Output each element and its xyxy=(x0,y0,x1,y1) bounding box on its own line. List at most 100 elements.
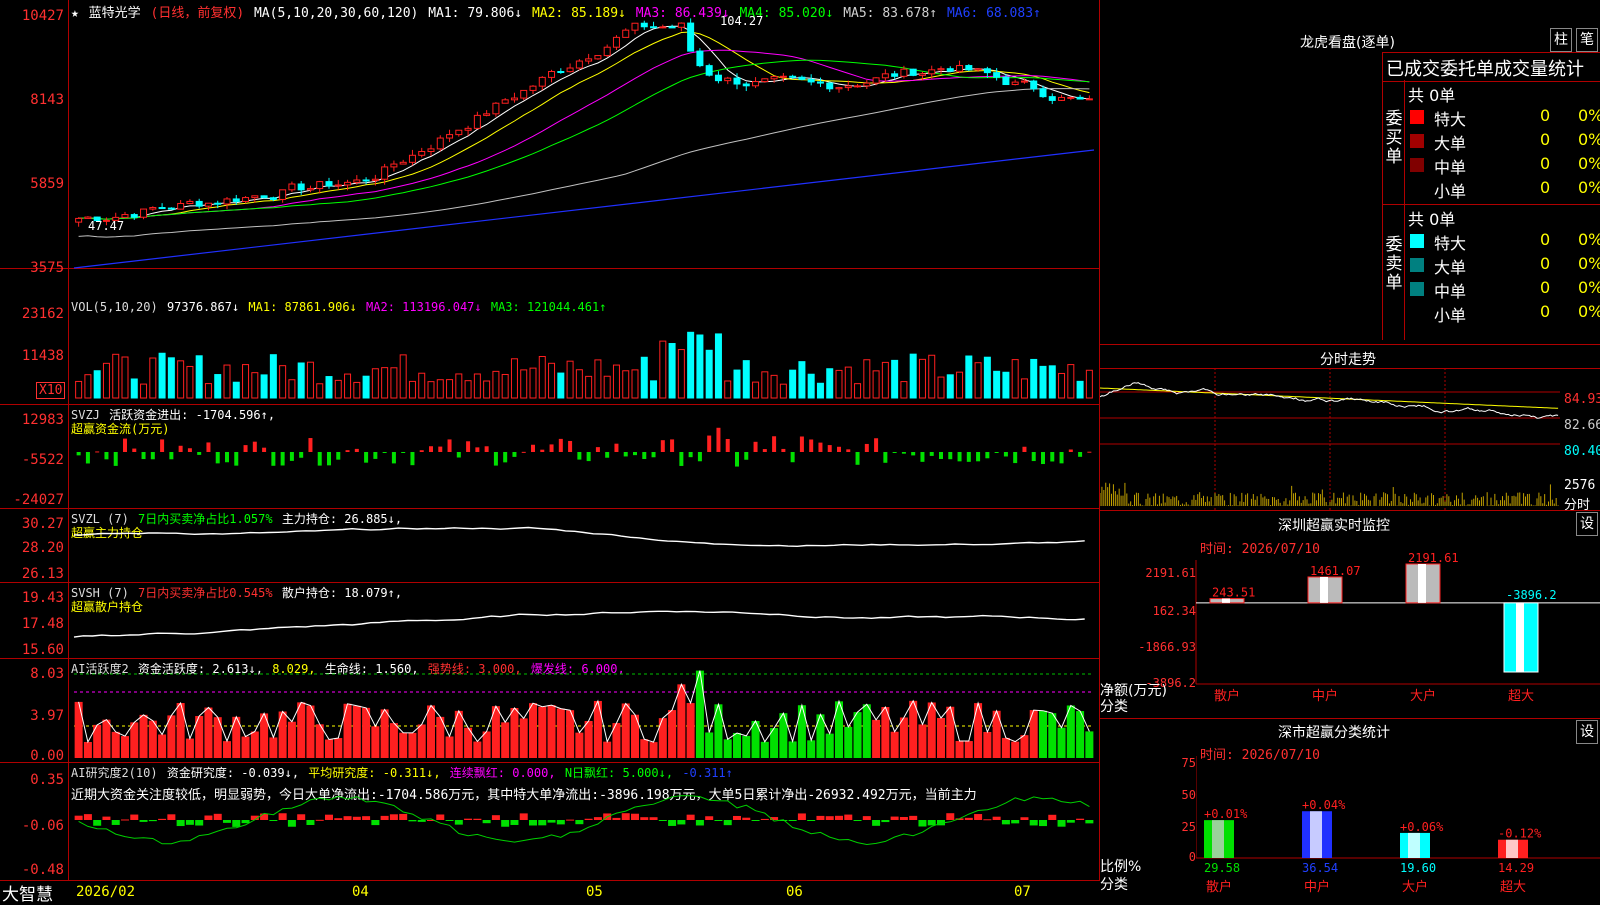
candle-body xyxy=(251,195,259,199)
category-label: 散户 xyxy=(1214,688,1240,704)
activity-bar xyxy=(269,737,278,758)
flow-bar xyxy=(846,449,851,452)
research-bar xyxy=(640,817,649,820)
flow-bar xyxy=(818,442,823,452)
volume-bar xyxy=(918,358,926,399)
sz-class-axis-label: 75 xyxy=(1181,756,1196,770)
sell-row-count: 0 xyxy=(1540,278,1551,297)
flow-bar xyxy=(976,452,981,462)
intraday-chart[interactable] xyxy=(1100,368,1600,510)
price-high-mark: 104.27 xyxy=(720,14,764,28)
research-bar xyxy=(269,820,278,821)
kline-chart[interactable] xyxy=(0,0,1100,882)
buy-color-swatch xyxy=(1410,134,1424,148)
candle-body xyxy=(1085,98,1093,101)
class-value-label: 19.60 xyxy=(1400,861,1436,875)
candle-body xyxy=(446,134,454,139)
flow-bar xyxy=(614,443,619,452)
research-bar xyxy=(538,820,547,826)
buy-color-swatch xyxy=(1410,110,1424,124)
sz-monitor-chart: 243.51 散户 1461.07 中户 2191.61 大户 -3896.2 超大 xyxy=(1195,551,1600,704)
sell-row-count: 0 xyxy=(1540,254,1551,273)
lhb-tab[interactable]: 已成交委托单成交量统计 xyxy=(1386,55,1584,81)
flow-bar xyxy=(883,452,888,463)
candle-body xyxy=(993,72,1001,78)
activity-bar xyxy=(389,723,398,758)
monitor-value-label: 243.51 xyxy=(1212,586,1255,600)
candle-body xyxy=(566,67,574,73)
research-bar xyxy=(1001,820,1010,825)
flow-bar xyxy=(391,452,396,464)
candle-body xyxy=(789,75,797,78)
candle-body xyxy=(214,202,222,205)
category-label: 散户 xyxy=(1206,879,1232,895)
flow-bar xyxy=(466,441,471,452)
flow-bar xyxy=(160,439,165,452)
candle-body xyxy=(501,99,509,104)
research-bar xyxy=(491,815,500,820)
flow-bar xyxy=(95,451,100,453)
research-bar xyxy=(510,820,519,825)
class-bar-highlight xyxy=(1212,820,1224,858)
flow-bar xyxy=(929,452,934,456)
buy-row-count: 0 xyxy=(1540,178,1551,197)
buy-row-label: 小单 xyxy=(1434,182,1467,201)
activity-bar xyxy=(779,713,788,758)
activity-bar xyxy=(872,719,881,758)
volume-bar xyxy=(779,383,787,399)
candle-body xyxy=(1030,80,1038,90)
monitor-value-label: 1461.07 xyxy=(1310,564,1361,578)
candle-body xyxy=(232,198,240,202)
buy-row-percent: 0% xyxy=(1578,130,1600,149)
flow-bar xyxy=(772,436,777,452)
volume-bar xyxy=(251,372,259,399)
flow-bar xyxy=(262,447,267,452)
brand-label[interactable]: 大智慧 xyxy=(2,880,53,905)
sz-class-settings-button[interactable]: 设 xyxy=(1576,720,1598,744)
flow-bar xyxy=(410,452,415,466)
tick-mode-button[interactable]: 笔 xyxy=(1576,28,1598,52)
activity-bar xyxy=(1020,735,1029,758)
volume-bar xyxy=(288,379,296,399)
flow-bar xyxy=(660,440,665,452)
volume-bar xyxy=(631,369,639,399)
date-label: 07 xyxy=(1014,884,1031,900)
volume-bar xyxy=(863,359,871,399)
volume-bar xyxy=(464,380,472,399)
flow-bar xyxy=(1003,452,1008,457)
bar-mode-button[interactable]: 柱 xyxy=(1550,28,1572,52)
volume-bar xyxy=(473,373,481,399)
monitor-bar-highlight xyxy=(1418,564,1426,603)
research-bar xyxy=(399,813,408,820)
activity-bar xyxy=(408,732,417,758)
candle-body xyxy=(798,76,806,80)
research-bar xyxy=(760,818,769,820)
flow-bar xyxy=(169,452,174,460)
monitor-bar-highlight xyxy=(1320,576,1328,603)
flow-bar xyxy=(957,452,962,462)
flow-bar xyxy=(577,452,582,460)
research-bar xyxy=(853,820,862,821)
research-bar xyxy=(631,813,639,820)
activity-bar xyxy=(148,720,157,758)
volume-bar xyxy=(816,382,824,399)
activity-bar xyxy=(937,717,945,758)
flow-bar xyxy=(920,452,925,462)
volume-bar xyxy=(186,365,194,399)
research-bar xyxy=(575,820,584,825)
research-bar xyxy=(195,820,204,826)
activity-bar xyxy=(649,742,658,758)
volume-bar xyxy=(928,354,936,399)
flow-bar xyxy=(1050,452,1055,462)
sz-monitor-settings-button[interactable]: 设 xyxy=(1576,512,1598,536)
activity-bar xyxy=(1057,727,1066,758)
volume-bar xyxy=(399,354,407,399)
monitor-value-label: -3896.2 xyxy=(1506,588,1557,602)
volume-bar xyxy=(993,370,1001,399)
flow-bar xyxy=(438,446,443,452)
research-bar xyxy=(649,817,658,820)
activity-bar xyxy=(677,684,686,758)
activity-bar xyxy=(807,740,816,758)
activity-bar xyxy=(325,739,333,758)
category-label: 超大 xyxy=(1508,689,1534,704)
